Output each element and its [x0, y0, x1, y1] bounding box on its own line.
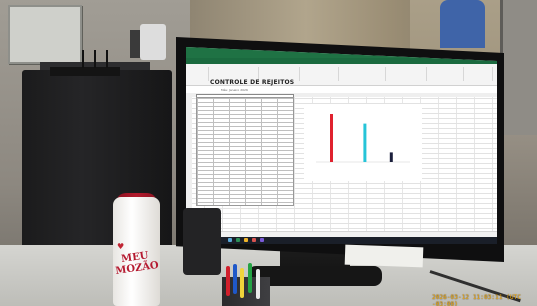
pen [248, 263, 252, 293]
router [50, 67, 120, 76]
pen [226, 266, 230, 296]
taskbar-app-icon[interactable] [228, 238, 232, 242]
window-frame [500, 0, 537, 140]
background-person [440, 0, 485, 48]
sheet-title: CONTROLE DE REJEITOS [210, 79, 295, 86]
excel-icon[interactable] [236, 238, 240, 242]
router-antenna [94, 50, 96, 68]
windows-taskbar [186, 237, 497, 244]
router-antenna [106, 50, 108, 68]
folder-icon[interactable] [244, 238, 248, 242]
bottle-label: MEU MOZÃO [113, 249, 160, 296]
pen [240, 268, 244, 298]
paper-note [344, 244, 424, 268]
sheet-subtitle: Mês: Janeiro 2026 [221, 88, 248, 92]
chart-bar [363, 123, 367, 162]
browser-icon[interactable] [252, 238, 256, 242]
heart-icon: ♥ [117, 242, 125, 251]
white-mug [140, 24, 166, 60]
black-box [183, 208, 221, 275]
pen [233, 264, 237, 294]
bar-chart [304, 104, 422, 181]
router-antenna [82, 50, 84, 68]
monitor-screen: CONTROLE DE REJEITOS Mês: Janeiro 2026 [186, 47, 497, 244]
taskbar-app-icon[interactable] [260, 238, 264, 242]
desk-photo: CONTROLE DE REJEITOS Mês: Janeiro 2026 ♥… [0, 0, 537, 306]
chart-bar [389, 152, 393, 162]
chart-bar [330, 114, 333, 162]
camera-timestamp: 2026-03-12 11:03:11 (UTC -03:00) [432, 294, 522, 306]
pen [256, 269, 260, 299]
whiteboard [8, 5, 82, 64]
data-table [196, 97, 294, 206]
